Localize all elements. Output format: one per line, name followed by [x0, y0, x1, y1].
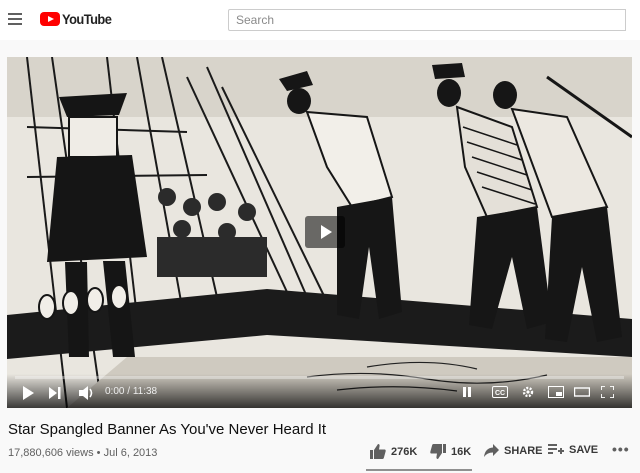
volume-icon[interactable]: [79, 386, 95, 400]
share-label: SHARE: [504, 444, 543, 457]
time-separator: /: [124, 386, 133, 397]
search-input[interactable]: [228, 9, 626, 31]
sentiment-bar: [366, 469, 472, 471]
current-time: 0:00: [105, 386, 125, 397]
youtube-play-logo-icon: [40, 12, 60, 26]
subtitles-icon[interactable]: CC: [492, 386, 508, 398]
total-time: 11:38: [132, 386, 158, 397]
play-button-overlay[interactable]: [305, 216, 345, 248]
play-icon[interactable]: [22, 386, 34, 400]
like-count: 276K: [391, 445, 418, 458]
meta-separator: •: [93, 447, 104, 459]
theater-mode-icon[interactable]: [574, 386, 590, 398]
dislike-button[interactable]: 16K: [430, 444, 471, 459]
video-title: Star Spangled Banner As You've Never Hea…: [8, 421, 327, 438]
thumbs-down-icon: [430, 444, 446, 459]
logo-text: YouTube: [62, 11, 112, 27]
more-actions-icon[interactable]: •••: [612, 441, 630, 457]
share-button[interactable]: SHARE: [484, 444, 543, 457]
settings-gear-icon[interactable]: [522, 386, 534, 398]
video-player[interactable]: 0:00 / 11:38 CC: [7, 57, 632, 408]
fullscreen-icon[interactable]: [601, 386, 614, 398]
dislike-count: 16K: [451, 445, 472, 458]
svg-text:CC: CC: [495, 390, 505, 397]
player-controls: 0:00 / 11:38 CC: [7, 374, 632, 408]
save-button[interactable]: SAVE: [548, 444, 598, 456]
share-arrow-icon: [484, 444, 499, 457]
like-button[interactable]: 276K: [370, 444, 417, 459]
masthead: YouTube: [0, 0, 640, 40]
next-icon[interactable]: [49, 387, 61, 399]
progress-bar[interactable]: [15, 376, 624, 379]
thumbs-up-icon: [370, 444, 386, 459]
menu-icon[interactable]: [8, 13, 22, 25]
save-label: SAVE: [569, 444, 599, 456]
miniplayer-icon[interactable]: [548, 386, 564, 398]
video-meta: 17,880,606 views • Jul 6, 2013: [8, 447, 157, 459]
time-display: 0:00 / 11:38: [105, 386, 157, 397]
upload-date: Jul 6, 2013: [103, 447, 158, 459]
youtube-logo[interactable]: YouTube: [40, 11, 116, 27]
add-to-playlist-icon: [548, 444, 564, 454]
pause-autoplay-icon[interactable]: [462, 386, 472, 398]
view-count: 17,880,606 views: [8, 447, 94, 459]
